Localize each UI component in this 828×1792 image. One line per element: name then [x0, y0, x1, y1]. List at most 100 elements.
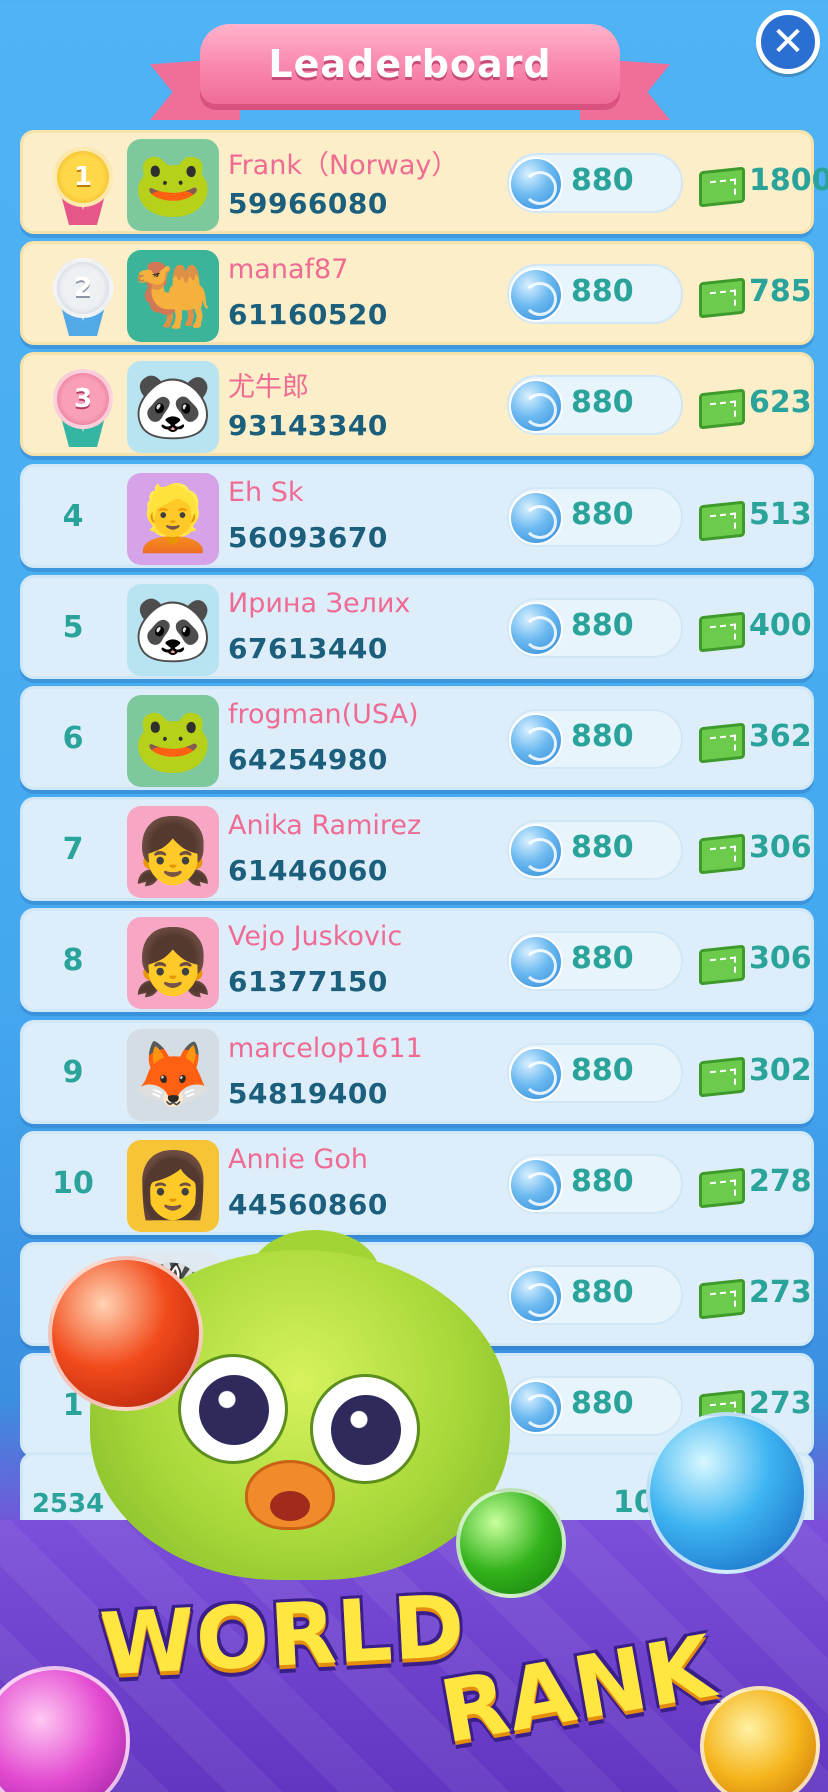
- page-title: Leaderboard: [268, 42, 552, 86]
- player-score: 54819400: [228, 1077, 388, 1110]
- girl-buns-avatar[interactable]: 👧: [127, 806, 219, 898]
- player-score: 61377150: [228, 965, 388, 998]
- rank-number: 10: [52, 1165, 94, 1201]
- level-value: 880: [571, 608, 634, 643]
- map-stars-icon: [699, 1056, 745, 1098]
- blue-bubble: [646, 1412, 808, 1574]
- rank-number: 2: [53, 258, 113, 318]
- player-name: Frank（Norway）: [228, 150, 459, 181]
- stars-value: 306: [749, 941, 812, 976]
- title-ribbon: Leaderboard: [150, 18, 670, 128]
- map-stars-icon: [699, 944, 745, 986]
- player-name: Eh Sk: [228, 477, 304, 508]
- level-value: 880: [571, 1275, 634, 1310]
- player-score: 93143340: [228, 409, 388, 442]
- bubble-level-icon: [509, 824, 563, 878]
- rank-number: 4: [62, 498, 84, 534]
- player-name: Anika Ramirez: [228, 810, 422, 841]
- player-name: frogman(USA): [228, 699, 419, 730]
- leaderboard-row[interactable]: 6 🐸 frogman(USA) 64254980 880 362: [20, 686, 814, 790]
- camel-avatar[interactable]: 🐫: [127, 250, 219, 342]
- leaderboard-row[interactable]: 1 🐸 Frank（Norway） 59966080 880 1800: [20, 130, 828, 234]
- player-name: Ирина Зелих: [228, 588, 411, 619]
- map-stars-icon: [699, 388, 745, 430]
- stars-value: 306: [749, 830, 812, 865]
- mascot-eye-right: [310, 1374, 420, 1484]
- stars-value: 400: [749, 608, 812, 643]
- rank-number: 7: [62, 831, 84, 867]
- level-value: 880: [571, 385, 634, 420]
- rank-number: 9: [62, 1054, 84, 1090]
- girl-buns-avatar[interactable]: 👧: [127, 917, 219, 1009]
- mascot-eye-left: [178, 1354, 288, 1464]
- mascot-beak: [245, 1460, 335, 1530]
- bubble-level-icon: [509, 1047, 563, 1101]
- map-stars-icon: [699, 833, 745, 875]
- bubble-level-icon: [509, 713, 563, 767]
- level-value: 880: [571, 941, 634, 976]
- map-stars-icon: [699, 1167, 745, 1209]
- red-bubble: [48, 1256, 203, 1411]
- rank-number: 5: [62, 609, 84, 645]
- green-bubble: [456, 1488, 566, 1598]
- silver-medal-icon: 2: [47, 258, 119, 338]
- fox-avatar[interactable]: 🦊: [127, 1029, 219, 1121]
- frog-avatar[interactable]: 🐸: [127, 139, 219, 231]
- bubble-level-icon: [509, 1380, 563, 1434]
- rank-number: 3: [53, 369, 113, 429]
- bubble-level-icon: [509, 379, 563, 433]
- stars-value: 273: [749, 1386, 812, 1421]
- map-stars-icon: [699, 722, 745, 764]
- stars-value: 1800: [749, 163, 828, 198]
- map-stars-icon: [699, 166, 745, 208]
- leaderboard-row[interactable]: 4 👱 Eh Sk 56093670 880 513: [20, 464, 814, 568]
- close-button[interactable]: ✕: [756, 10, 820, 74]
- leaderboard-row[interactable]: 9 🦊 marcelop1611 54819400 880 302: [20, 1020, 814, 1124]
- map-stars-icon: [699, 1278, 745, 1320]
- bubble-level-icon: [509, 1158, 563, 1212]
- player-name: Annie Goh: [228, 1144, 368, 1175]
- bubble-level-icon: [509, 935, 563, 989]
- leaderboard-row[interactable]: 10 👩 Annie Goh 44560860 880 278: [20, 1131, 814, 1235]
- panda-avatar[interactable]: 🐼: [127, 361, 219, 453]
- girl-blonde-avatar[interactable]: 👱: [127, 473, 219, 565]
- rank-number: 1: [53, 147, 113, 207]
- player-score: 61446060: [228, 854, 388, 887]
- level-value: 880: [571, 1386, 634, 1421]
- bubble-level-icon: [509, 157, 563, 211]
- player-name: Vejo Juskovic: [228, 921, 403, 952]
- level-value: 880: [571, 497, 634, 532]
- panda-avatar[interactable]: 🐼: [127, 584, 219, 676]
- bubble-level-icon: [509, 1269, 563, 1323]
- player-score: 44560860: [228, 1188, 388, 1221]
- leaderboard-row[interactable]: 8 👧 Vejo Juskovic 61377150 880 306: [20, 908, 814, 1012]
- stars-value: 513: [749, 497, 812, 532]
- level-value: 880: [571, 1053, 634, 1088]
- stars-value: 623: [749, 385, 812, 420]
- ribbon-banner: Leaderboard: [200, 24, 620, 104]
- stars-value: 273: [749, 1275, 812, 1310]
- leaderboard-row[interactable]: 5 🐼 Ирина Зелих 67613440 880 400: [20, 575, 814, 679]
- rank-number: 8: [62, 942, 84, 978]
- map-stars-icon: [699, 277, 745, 319]
- bronze-medal-icon: 3: [47, 369, 119, 449]
- player-score: 56093670: [228, 521, 388, 554]
- stars-value: 362: [749, 719, 812, 754]
- leaderboard-row[interactable]: 3 🐼 尤牛郎 93143340 880 623: [20, 352, 814, 456]
- rank-number: 6: [62, 720, 84, 756]
- promo-world-text: WORLD: [97, 1576, 468, 1696]
- frog-avatar[interactable]: 🐸: [127, 695, 219, 787]
- bubble-level-icon: [509, 491, 563, 545]
- bubble-level-icon: [509, 602, 563, 656]
- stars-value: 302: [749, 1053, 812, 1088]
- player-name: manaf87: [228, 254, 349, 285]
- level-value: 880: [571, 274, 634, 309]
- player-score: 64254980: [228, 743, 388, 776]
- player-name: marcelop1611: [228, 1033, 423, 1064]
- leaderboard-row[interactable]: 7 👧 Anika Ramirez 61446060 880 306: [20, 797, 814, 901]
- leaderboard-row[interactable]: 2 🐫 manaf87 61160520 880 785: [20, 241, 814, 345]
- woman-glasses-avatar[interactable]: 👩: [127, 1140, 219, 1232]
- level-value: 880: [571, 163, 634, 198]
- stars-value: 278: [749, 1164, 812, 1199]
- level-value: 880: [571, 719, 634, 754]
